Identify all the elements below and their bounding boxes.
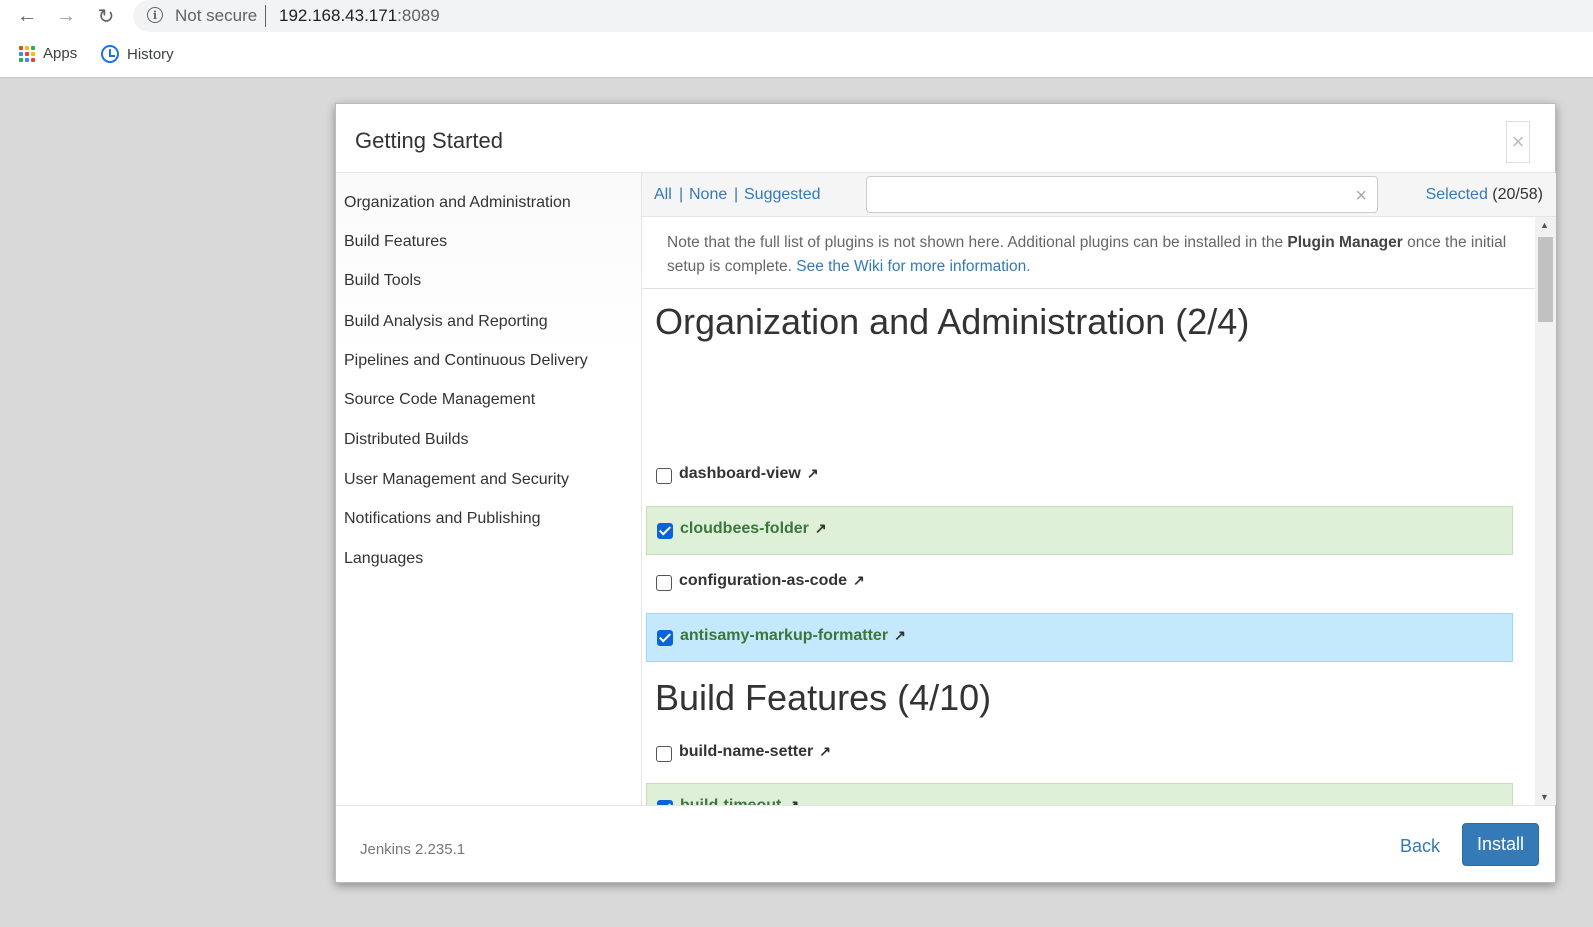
dialog-footer: Jenkins 2.235.1 Back Install (336, 805, 1555, 884)
back-arrow-icon[interactable]: ← (14, 3, 40, 29)
reload-icon[interactable]: ↻ (93, 3, 119, 29)
plugin-manager-text: Plugin Manager (1287, 234, 1403, 251)
plugin-name: dashboard-view (679, 465, 801, 482)
sidebar-item-build-tools[interactable]: Build Tools (344, 272, 421, 290)
category-sidebar: Organization and Administration Build Fe… (336, 173, 642, 805)
getting-started-dialog: Getting Started × Organization and Admin… (335, 103, 1556, 883)
close-button[interactable]: × (1506, 121, 1530, 163)
plugin-checkbox[interactable] (657, 523, 673, 539)
apps-grid-icon (19, 45, 35, 62)
wiki-link[interactable]: See the Wiki for more information. (796, 258, 1030, 275)
external-link-icon[interactable]: ↗ (787, 797, 799, 805)
section-title-build-features: Build Features (4/10) (655, 677, 992, 718)
info-icon[interactable]: i (147, 7, 163, 23)
bookmark-label: History (127, 45, 174, 63)
dialog-header: Getting Started × (336, 104, 1555, 173)
plugin-name: antisamy-markup-formatter (680, 627, 889, 644)
filter-separator: | (679, 186, 684, 203)
history-icon (101, 45, 119, 63)
bookmark-apps[interactable]: Apps (19, 45, 77, 62)
plugin-list[interactable]: Note that the full list of plugins is no… (642, 217, 1535, 805)
address-bar[interactable]: i Not secure 192.168.43.171:8089 (133, 0, 1593, 32)
filter-none-link[interactable]: None (689, 186, 727, 204)
filter-all-link[interactable]: All (654, 186, 672, 204)
plugin-filter-bar: All | None | Suggested × Selected (20/58… (642, 173, 1556, 217)
scroll-down-icon[interactable]: ▼ (1540, 792, 1549, 802)
filter-separator: | (734, 186, 739, 203)
bookmark-history[interactable]: History (101, 45, 174, 63)
jenkins-version: Jenkins 2.235.1 (360, 841, 466, 858)
scroll-up-icon[interactable]: ▲ (1540, 220, 1549, 230)
divider (642, 288, 1535, 289)
plugin-list-scrollbar[interactable]: ▲ ▼ (1535, 217, 1556, 805)
plugin-checkbox[interactable] (656, 575, 672, 591)
clear-search-icon[interactable]: × (1355, 185, 1367, 208)
external-link-icon[interactable]: ↗ (815, 520, 827, 536)
sidebar-item-distributed-builds[interactable]: Distributed Builds (344, 431, 469, 449)
browser-toolbar: ← → ↻ i Not secure 192.168.43.171:8089 A… (0, 0, 1593, 78)
external-link-icon[interactable]: ↗ (807, 465, 819, 481)
security-label: Not secure (175, 6, 258, 25)
plugin-name: configuration-as-code (679, 572, 848, 589)
plugin-row-build-name-setter[interactable]: build-name-setter ↗ (646, 730, 1513, 779)
plugin-checkbox[interactable] (656, 746, 672, 762)
sidebar-item-build-analysis[interactable]: Build Analysis and Reporting (344, 313, 548, 331)
sidebar-item-organization-administration[interactable]: Organization and Administration (344, 194, 571, 212)
plugin-search-input[interactable]: × (866, 176, 1378, 213)
forward-arrow-icon[interactable]: → (53, 3, 79, 29)
filter-suggested-link[interactable]: Suggested (744, 186, 821, 204)
plugin-name: build-name-setter (679, 743, 814, 760)
sidebar-item-notifications[interactable]: Notifications and Publishing (344, 510, 541, 528)
plugin-name: cloudbees-folder (680, 520, 809, 537)
external-link-icon[interactable]: ↗ (853, 572, 865, 588)
plugin-checkbox[interactable] (656, 468, 672, 484)
external-link-icon[interactable]: ↗ (894, 627, 906, 643)
plugin-checkbox[interactable] (657, 630, 673, 646)
plugin-note: Note that the full list of plugins is no… (667, 234, 1507, 275)
plugin-row-build-timeout[interactable]: build-timeout ↗ (646, 783, 1513, 805)
sidebar-item-source-code[interactable]: Source Code Management (344, 391, 535, 409)
sidebar-item-pipelines[interactable]: Pipelines and Continuous Delivery (344, 352, 588, 370)
back-button[interactable]: Back (1400, 836, 1440, 857)
address-separator (265, 5, 266, 27)
sidebar-item-build-features[interactable]: Build Features (344, 233, 447, 251)
sidebar-item-user-management[interactable]: User Management and Security (344, 471, 569, 489)
dialog-title: Getting Started (355, 128, 503, 153)
scroll-thumb[interactable] (1538, 237, 1553, 322)
bookmark-label: Apps (43, 45, 78, 62)
section-title-organization: Organization and Administration (2/4) (655, 301, 1250, 342)
url-text[interactable]: 192.168.43.171:8089 (279, 6, 440, 26)
install-button[interactable]: Install (1462, 823, 1539, 866)
plugin-row-configuration-as-code[interactable]: configuration-as-code ↗ (646, 559, 1513, 608)
selected-count[interactable]: Selected (20/58) (1426, 186, 1543, 204)
sidebar-item-languages[interactable]: Languages (344, 550, 423, 568)
plugin-name: build-timeout (680, 797, 781, 805)
plugin-row-antisamy-markup-formatter[interactable]: antisamy-markup-formatter ↗ (646, 613, 1513, 662)
external-link-icon[interactable]: ↗ (819, 743, 831, 759)
plugin-row-dashboard-view[interactable]: dashboard-view ↗ (646, 452, 1513, 501)
plugin-row-cloudbees-folder[interactable]: cloudbees-folder ↗ (646, 506, 1513, 555)
